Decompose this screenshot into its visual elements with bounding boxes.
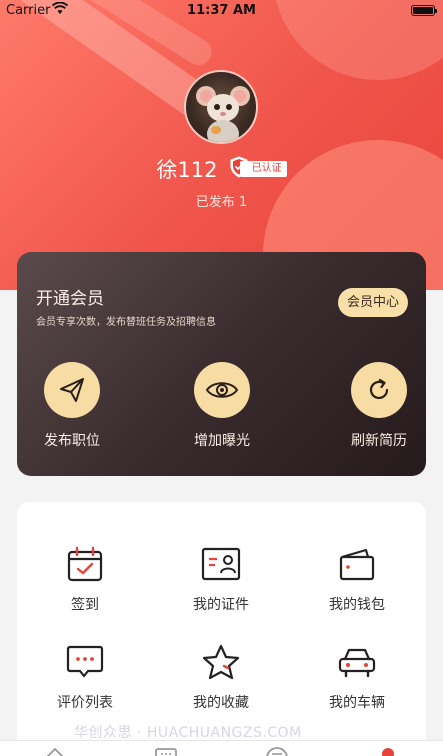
tab-bar [0, 740, 443, 756]
wallet-icon [337, 544, 377, 584]
car-icon [337, 642, 377, 682]
refresh-resume-label: 刷新简历 [351, 433, 407, 449]
member-center-button[interactable]: 会员中心 [337, 288, 408, 317]
battery-icon [411, 5, 437, 16]
review-list-label: 评价列表 [57, 695, 113, 711]
review-list-button[interactable]: 评价列表 [25, 642, 145, 712]
post-job-label: 发布职位 [44, 433, 100, 449]
list-tab-icon[interactable] [265, 745, 289, 756]
paper-plane-icon [44, 362, 100, 418]
username-row: 徐112 已认证 [0, 154, 443, 184]
verified-badge: 已认证 [229, 156, 287, 182]
message-tab-icon[interactable] [154, 745, 178, 756]
membership-card: 开通会员 会员专享次数，发布替班任务及招聘信息 会员中心 发布职位 增加曝光 刷… [17, 252, 426, 476]
my-certificates-button[interactable]: 我的证件 [161, 544, 281, 614]
comment-icon [65, 642, 105, 682]
refresh-icon [351, 362, 407, 418]
membership-actions: 发布职位 增加曝光 刷新简历 [17, 362, 426, 462]
membership-subtitle: 会员专享次数，发布替班任务及招聘信息 [36, 317, 216, 328]
star-icon [201, 642, 241, 682]
increase-exposure-button[interactable]: 增加曝光 [177, 362, 267, 450]
feature-grid: 签到 我的证件 我的钱包 评价列表 我的收藏 我的车辆 [17, 502, 426, 756]
avatar[interactable] [184, 70, 258, 144]
calendar-check-icon [65, 544, 105, 584]
check-in-label: 签到 [71, 597, 99, 613]
my-favorites-label: 我的收藏 [193, 695, 249, 711]
profile-header-background [0, 0, 443, 290]
eye-icon [194, 362, 250, 418]
refresh-resume-button[interactable]: 刷新简历 [334, 362, 424, 450]
my-vehicles-button[interactable]: 我的车辆 [297, 642, 417, 712]
published-label: 已发布 [195, 195, 235, 210]
my-vehicles-label: 我的车辆 [329, 695, 385, 711]
home-tab-icon[interactable] [43, 745, 67, 756]
check-in-button[interactable]: 签到 [25, 544, 145, 614]
post-job-button[interactable]: 发布职位 [27, 362, 117, 450]
my-wallet-button[interactable]: 我的钱包 [297, 544, 417, 614]
my-wallet-label: 我的钱包 [329, 597, 385, 613]
published-count: 1 [238, 195, 248, 210]
id-card-icon [201, 544, 241, 584]
my-favorites-button[interactable]: 我的收藏 [161, 642, 281, 712]
my-certificates-label: 我的证件 [193, 597, 249, 613]
profile-tab-icon[interactable] [376, 745, 400, 756]
published-count-row: 已发布 1 [0, 191, 443, 210]
watermark: 华创众思 · HUACHUANGZS.COM [74, 725, 302, 741]
username: 徐112 [156, 158, 218, 182]
verified-label: 已认证 [239, 161, 287, 177]
increase-exposure-label: 增加曝光 [194, 433, 250, 449]
status-bar: Carrier 11:37 AM [0, 0, 443, 22]
membership-title: 开通会员 [36, 289, 104, 309]
clock: 11:37 AM [187, 3, 256, 18]
